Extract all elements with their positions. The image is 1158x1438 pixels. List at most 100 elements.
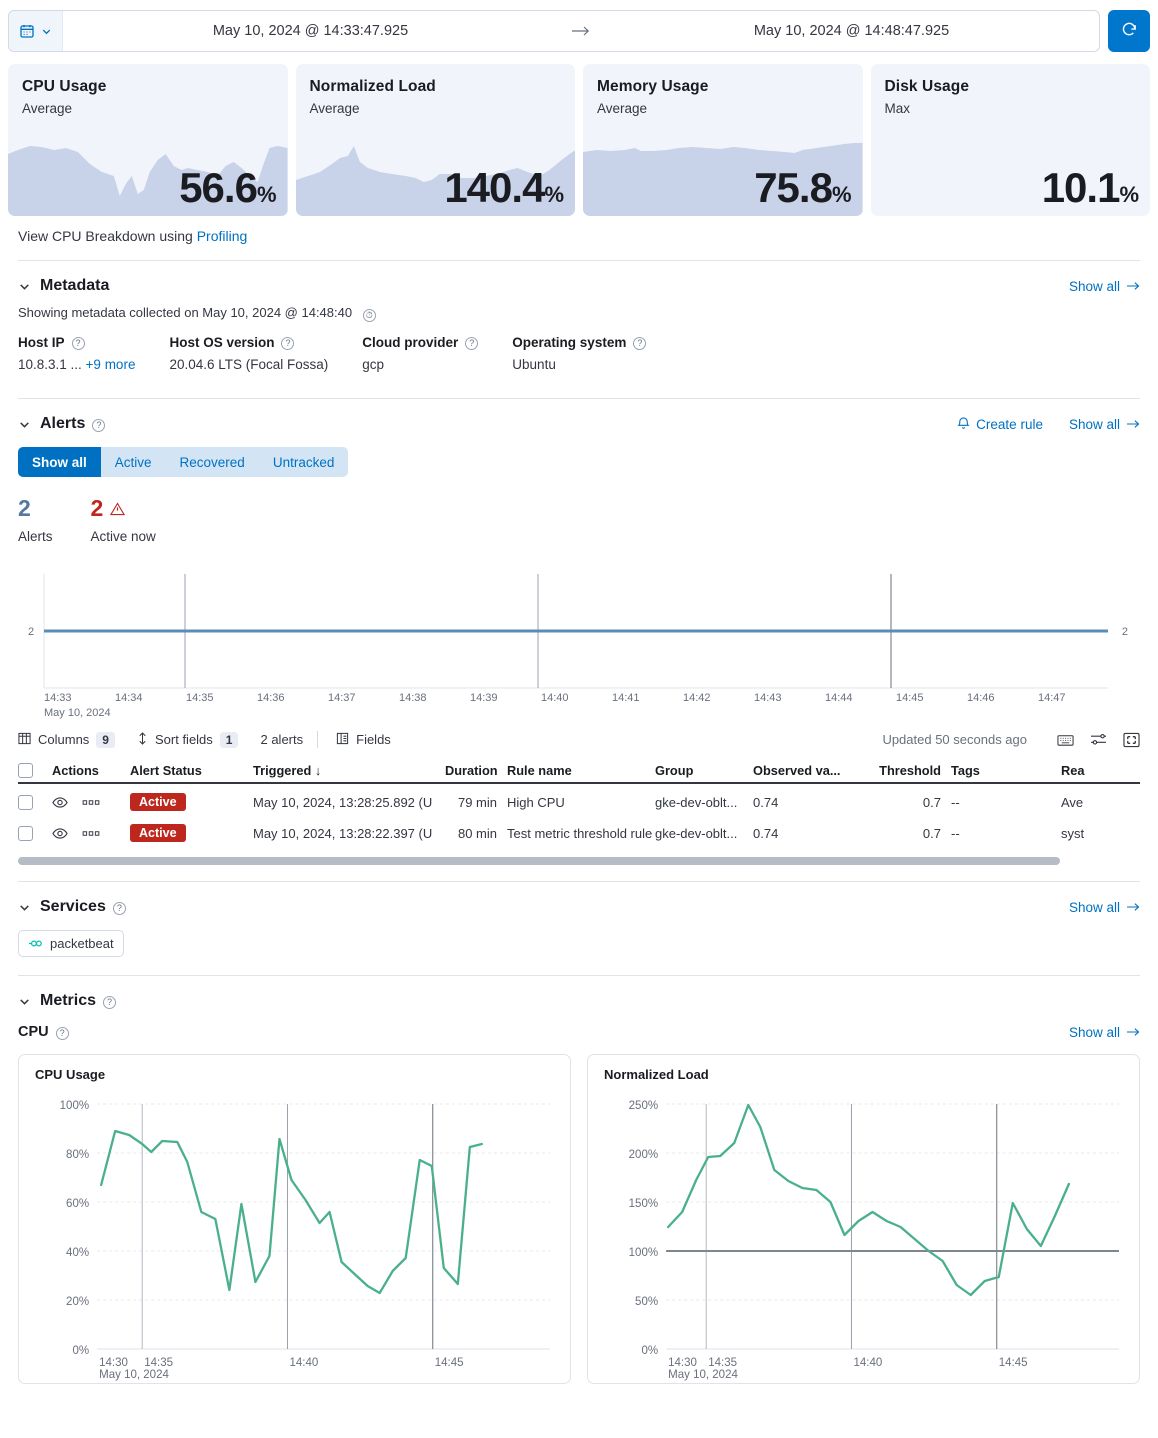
filter-untracked[interactable]: Untracked <box>258 447 349 477</box>
column-header-actions[interactable]: Actions <box>52 763 130 778</box>
row-checkbox-cell <box>18 825 52 841</box>
profiling-link[interactable]: Profiling <box>197 228 248 244</box>
metadata-field-value: 10.8.3.1 ... +9 more <box>18 357 135 372</box>
x-tick: 14:43 <box>754 692 782 704</box>
metrics-cpu-title: CPU <box>18 1024 49 1040</box>
select-all-checkbox[interactable] <box>18 762 33 778</box>
fullscreen-icon[interactable] <box>1123 732 1140 748</box>
info-icon[interactable]: ? <box>112 901 126 915</box>
info-icon[interactable]: ? <box>281 337 295 350</box>
alerts-active-stat: 2 Active now <box>91 497 156 545</box>
filter-show-all[interactable]: Show all <box>18 447 101 477</box>
show-all-label: Show all <box>1068 416 1120 432</box>
kpi-value: 10.1% <box>1041 164 1139 211</box>
columns-button[interactable]: Columns 9 <box>18 731 115 748</box>
sort-fields-button[interactable]: Sort fields 1 <box>137 731 239 748</box>
more-actions-icon[interactable] <box>82 799 100 806</box>
column-header-triggered[interactable]: Triggered ↓ <box>253 763 445 778</box>
row-group-cell: gke-dev-oblt... <box>655 825 738 841</box>
host-ip-more-link[interactable]: +9 more <box>86 357 136 372</box>
alerts-title: Alerts <box>40 415 86 432</box>
show-all-label: Show all <box>1068 1024 1120 1040</box>
display-options-icon[interactable] <box>1090 732 1107 747</box>
more-actions-icon[interactable] <box>82 830 100 837</box>
service-badge-packetbeat[interactable]: packetbeat <box>18 930 124 957</box>
metadata-section-header: Metadata Show all <box>0 261 1158 295</box>
info-icon[interactable]: ? <box>465 337 479 350</box>
status-badge: Active <box>130 824 186 842</box>
filter-active[interactable]: Active <box>100 447 166 477</box>
info-icon[interactable]: ? <box>71 337 85 350</box>
column-header-duration[interactable]: Duration <box>445 763 507 778</box>
metadata-show-all-link[interactable]: Show all <box>1069 279 1140 294</box>
alerts-show-all-link[interactable]: Show all <box>1069 417 1140 432</box>
services-show-all-link[interactable]: Show all <box>1069 900 1140 915</box>
kpi-title: Normalized Load <box>309 78 436 95</box>
keyboard-icon[interactable] <box>1057 733 1074 747</box>
view-details-eye-icon[interactable] <box>52 796 68 809</box>
alerts-chart-y-label-left: 2 <box>28 626 35 638</box>
fields-button[interactable]: Fields <box>336 732 391 748</box>
table-horizontal-scrollbar[interactable] <box>18 857 1061 865</box>
normalized-load-line-chart: 0% 50% 100% 150% 200% 250% 14:30 14:35 1… <box>629 1100 1119 1381</box>
info-icon[interactable]: ? <box>633 337 647 350</box>
metrics-cpu-subheader: CPU ? Show all <box>0 1010 1158 1040</box>
x-tick: 14:40 <box>541 692 569 704</box>
kpi-card-memory-usage[interactable]: Memory Usage Average 75.8% <box>583 64 863 216</box>
info-icon[interactable]: ? <box>55 1026 69 1040</box>
alerts-status-filter-group: Show all Active Recovered Untracked <box>0 433 1158 477</box>
arrow-right-icon <box>1127 279 1140 294</box>
column-header-reason[interactable]: Rea <box>1061 763 1111 778</box>
info-icon[interactable]: ? <box>92 418 106 432</box>
column-header-group[interactable]: Group <box>655 763 753 778</box>
link-icon <box>28 939 43 948</box>
columns-label: Columns <box>38 732 90 747</box>
columns-count-badge: 9 <box>96 731 115 748</box>
row-tags-cell: -- <box>951 825 960 841</box>
kpi-card-disk-usage[interactable]: Disk Usage Max 10.1% <box>870 64 1150 216</box>
filter-recovered[interactable]: Recovered <box>165 447 259 477</box>
chevron-down-icon[interactable] <box>18 280 31 293</box>
table-row[interactable]: Active May 10, 2024, 13:28:22.397 (U 80 … <box>18 819 1140 847</box>
metadata-field-value: Ubuntu <box>512 357 556 372</box>
chevron-down-icon[interactable] <box>18 418 31 431</box>
metrics-cpu-show-all-link[interactable]: Show all <box>1069 1025 1140 1040</box>
alerts-table-body: Active May 10, 2024, 13:28:25.892 (U 79 … <box>18 788 1140 847</box>
svg-text:14:35: 14:35 <box>708 1357 737 1369</box>
column-header-threshold[interactable]: Threshold <box>879 763 951 778</box>
end-date-field[interactable]: May 10, 2024 @ 14:48:47.925 <box>604 11 1099 51</box>
chevron-down-icon[interactable] <box>18 995 31 1008</box>
updated-timestamp: Updated 50 seconds ago <box>882 732 1027 747</box>
chart-card-normalized-load[interactable]: Normalized Load 0% 50% 100% 150% 200% 25… <box>587 1054 1140 1384</box>
start-date-field[interactable]: May 10, 2024 @ 14:33:47.925 <box>63 11 558 51</box>
kpi-card-normalized-load[interactable]: Normalized Load Average 140.4% <box>295 64 575 216</box>
metadata-field: Cloud provider? gcp <box>362 335 479 372</box>
metadata-fields: Host IP? 10.8.3.1 ... +9 more Host OS ve… <box>0 321 1158 372</box>
chevron-down-icon[interactable] <box>18 901 31 914</box>
kpi-card-cpu-usage[interactable]: CPU Usage Average 56.6% <box>8 64 288 216</box>
column-header-tags[interactable]: Tags <box>951 763 1061 778</box>
refresh-button[interactable] <box>1108 10 1150 52</box>
alerts-count-label: 2 alerts <box>260 732 304 747</box>
column-header-alert-status[interactable]: Alert Status <box>130 763 253 778</box>
info-icon[interactable]: ? <box>103 995 117 1009</box>
toolbar-divider <box>317 731 319 748</box>
alerts-total-value: 2 <box>18 495 31 521</box>
chart-card-cpu-usage[interactable]: CPU Usage 0% 20% 40% 60% 80% 100% 14:30 … <box>18 1054 571 1384</box>
row-checkbox[interactable] <box>18 825 33 841</box>
alerts-table-toolbar: Columns 9 Sort fields 1 2 alerts Fields … <box>0 719 1158 748</box>
metrics-charts: CPU Usage 0% 20% 40% 60% 80% 100% 14:30 … <box>0 1040 1158 1392</box>
table-row[interactable]: Active May 10, 2024, 13:28:25.892 (U 79 … <box>18 788 1140 816</box>
alerts-table: Actions Alert Status Triggered ↓ Duratio… <box>18 758 1140 847</box>
create-rule-button[interactable]: Create rule <box>957 416 1043 433</box>
select-all-checkbox-cell <box>18 762 52 778</box>
view-details-eye-icon[interactable] <box>52 827 68 840</box>
date-range-picker[interactable]: May 10, 2024 @ 14:33:47.925 May 10, 2024… <box>8 10 1100 52</box>
kpi-value: 140.4% <box>444 164 564 211</box>
column-header-observed-value[interactable]: Observed va... <box>753 763 879 778</box>
clock-icon: ⏱ <box>362 309 376 322</box>
row-reason-cell: Ave <box>1061 794 1084 810</box>
date-quick-select-button[interactable] <box>9 11 63 51</box>
column-header-rule-name[interactable]: Rule name <box>507 763 655 778</box>
row-checkbox[interactable] <box>18 794 33 810</box>
